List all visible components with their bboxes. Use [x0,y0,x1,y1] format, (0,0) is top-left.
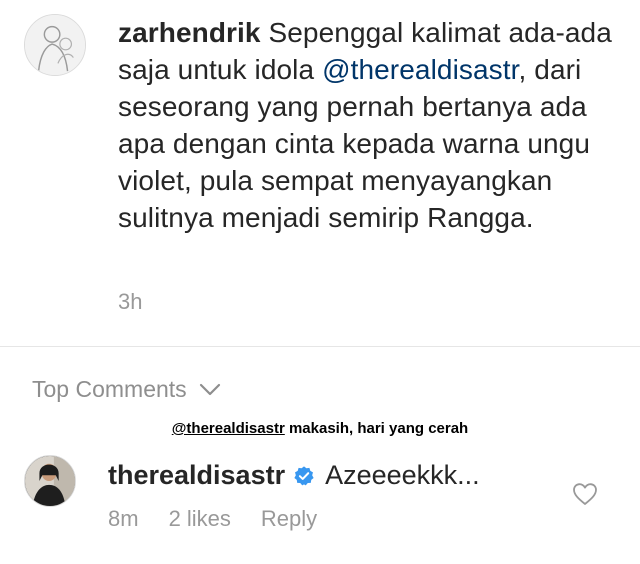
caption-text: zarhendrik Sepenggal kalimat ada-ada saj… [118,14,623,236]
caption-avatar[interactable] [24,14,86,76]
avatar-sketch-image [25,15,85,75]
section-divider [0,346,640,347]
comment-username[interactable]: therealdisastr [108,460,285,491]
overlay-message: makasih, hari yang cerah [284,420,469,437]
comment-likes-link[interactable]: 2 likes [169,506,231,532]
overlay-mention: @therealdisastr [171,420,285,437]
comment-line: therealdisastr Azeeeekkk... [108,460,480,491]
comment-text: Azeeeekkk... [325,460,480,490]
comment-avatar[interactable] [24,455,76,507]
comment-timestamp: 8m [108,506,139,531]
top-comments-toggle[interactable]: Top Comments [32,376,221,403]
caption-mention-link[interactable]: @therealdisastr [322,54,518,85]
heart-icon[interactable] [572,482,598,506]
top-comments-label: Top Comments [32,376,187,402]
comment-meta: 8m 2 likes Reply [108,506,317,532]
chevron-down-icon [199,383,220,395]
caption-timestamp: 3h [118,289,143,314]
verified-badge-icon [293,465,315,487]
overlay-annotation: @therealdisastr makasih, hari yang cerah [0,420,640,437]
reply-button[interactable]: Reply [261,506,317,532]
avatar-photo-image [25,456,75,506]
caption-username[interactable]: zarhendrik [118,17,261,48]
